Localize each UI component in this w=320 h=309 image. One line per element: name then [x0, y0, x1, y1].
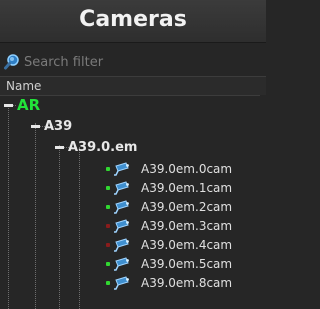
search-bar [4, 52, 254, 72]
tree-column-header[interactable]: Name [0, 76, 266, 96]
status-dot [106, 281, 110, 285]
collapse-icon[interactable] [55, 143, 64, 152]
security-camera-icon [114, 200, 129, 214]
search-icon[interactable] [4, 54, 20, 70]
camera-label: A39.0em.2cam [141, 200, 233, 214]
security-camera-icon [114, 238, 129, 252]
camera-item[interactable]: A39.0em.8cam [106, 274, 232, 292]
tree-connector [79, 147, 80, 309]
status-dot [106, 243, 110, 247]
tree-node-ar[interactable]: AR [4, 95, 40, 115]
camera-label: A39.0em.8cam [141, 276, 233, 290]
status-dot [106, 186, 110, 190]
status-dot [106, 205, 110, 209]
camera-item[interactable]: A39.0em.0cam [106, 160, 232, 178]
tree-connector [35, 123, 36, 309]
panel-title: Cameras [79, 7, 187, 32]
tree-node-label: A39 [44, 118, 73, 134]
tree-node-label: A39.0.em [68, 139, 138, 155]
security-camera-icon [114, 181, 129, 195]
status-dot [106, 262, 110, 266]
camera-item[interactable]: A39.0em.5cam [106, 255, 232, 273]
camera-label: A39.0em.1cam [141, 181, 233, 195]
cameras-panel: Cameras Name AR A39 [0, 0, 266, 309]
camera-item[interactable]: A39.0em.3cam [106, 217, 232, 235]
camera-tree: AR A39 A39.0.em A39.0em.0cam A39.0em.1ca… [0, 95, 266, 309]
tree-node-a39-0-em[interactable]: A39.0.em [55, 137, 137, 157]
tree-node-label: AR [17, 96, 41, 114]
panel-titlebar: Cameras [0, 0, 266, 43]
camera-label: A39.0em.5cam [141, 257, 233, 271]
collapse-icon[interactable] [31, 122, 40, 131]
tree-connector [8, 105, 9, 309]
security-camera-icon [114, 219, 129, 233]
camera-item[interactable]: A39.0em.1cam [106, 179, 232, 197]
tree-node-a39[interactable]: A39 [31, 116, 72, 136]
column-name-label: Name [6, 79, 42, 93]
status-dot [106, 167, 110, 171]
status-dot [106, 224, 110, 228]
security-camera-icon [114, 162, 129, 176]
tree-connector [59, 145, 60, 309]
search-input[interactable] [22, 52, 254, 72]
collapse-icon[interactable] [4, 101, 13, 110]
security-camera-icon [114, 257, 129, 271]
tree-scrollbar[interactable] [260, 95, 266, 309]
camera-item[interactable]: A39.0em.2cam [106, 198, 232, 216]
security-camera-icon [114, 276, 129, 290]
camera-label: A39.0em.3cam [141, 219, 233, 233]
camera-item[interactable]: A39.0em.4cam [106, 236, 232, 254]
camera-label: A39.0em.4cam [141, 238, 233, 252]
camera-label: A39.0em.0cam [141, 162, 233, 176]
